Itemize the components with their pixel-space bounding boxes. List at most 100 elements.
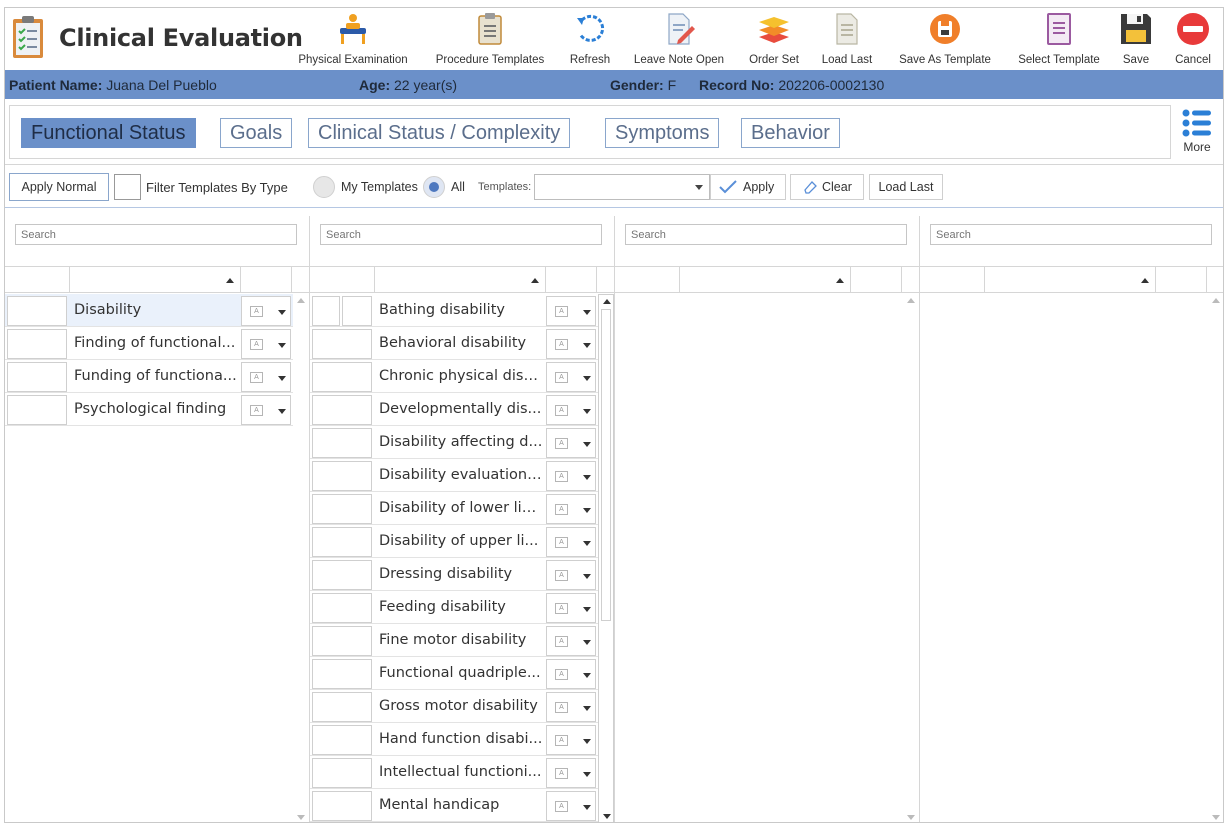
vertical-scrollbar[interactable] — [293, 294, 309, 822]
row-checkbox[interactable] — [312, 296, 340, 326]
item-action-dropdown[interactable]: A — [546, 329, 596, 359]
list-item[interactable]: Behavioral disability A — [310, 327, 598, 360]
scroll-up-arrow-icon[interactable] — [603, 299, 611, 304]
list-item[interactable]: Disability of lower limb A — [310, 492, 598, 525]
list-item[interactable]: Disability of upper li... A — [310, 525, 598, 558]
item-action-dropdown[interactable]: A — [546, 593, 596, 623]
row-checkbox[interactable] — [312, 461, 372, 491]
name-column-header[interactable] — [680, 267, 851, 292]
search-input[interactable] — [320, 224, 602, 245]
item-action-dropdown[interactable]: A — [546, 362, 596, 392]
row-checkbox[interactable] — [312, 791, 372, 821]
item-action-dropdown[interactable]: A — [546, 395, 596, 425]
refresh-button[interactable]: Refresh — [567, 12, 613, 68]
list-item[interactable]: Hand function disabi... A — [310, 723, 598, 756]
row-checkbox[interactable] — [312, 428, 372, 458]
clear-button[interactable]: Clear — [790, 174, 864, 200]
cancel-button[interactable]: Cancel — [1171, 12, 1215, 68]
vertical-scrollbar[interactable] — [903, 294, 919, 822]
item-action-dropdown[interactable]: A — [546, 296, 596, 326]
vertical-scrollbar[interactable] — [1208, 294, 1223, 822]
item-action-dropdown[interactable]: A — [241, 362, 291, 392]
item-action-dropdown[interactable]: A — [546, 725, 596, 755]
item-action-dropdown[interactable]: A — [546, 758, 596, 788]
all-templates-radio[interactable] — [423, 176, 445, 198]
list-item[interactable]: Funding of functiona... A — [5, 360, 293, 393]
list-item[interactable]: Developmentally dis... A — [310, 393, 598, 426]
list-item[interactable]: Fine motor disability A — [310, 624, 598, 657]
row-checkbox[interactable] — [312, 626, 372, 656]
scroll-down-arrow-icon[interactable] — [907, 815, 915, 820]
physical-examination-button[interactable]: Physical Examination — [295, 12, 411, 68]
list-item[interactable]: Gross motor disability A — [310, 690, 598, 723]
list-item[interactable]: Finding of functional... A — [5, 327, 293, 360]
tab-clinical-status-complexity[interactable]: Clinical Status / Complexity — [308, 118, 571, 148]
load-last-toolbar-button[interactable]: Load Last — [817, 12, 877, 68]
scroll-down-arrow-icon[interactable] — [297, 815, 305, 820]
row-checkbox[interactable] — [7, 329, 67, 359]
list-item[interactable]: Bathing disability A — [310, 294, 598, 327]
tab-symptoms[interactable]: Symptoms — [605, 118, 720, 148]
list-item[interactable]: Psychological finding A — [5, 393, 293, 426]
search-input[interactable] — [930, 224, 1212, 245]
item-action-dropdown[interactable]: A — [241, 395, 291, 425]
list-item[interactable]: Intellectual functioni... A — [310, 756, 598, 789]
tab-goals[interactable]: Goals — [220, 118, 293, 148]
scroll-up-arrow-icon[interactable] — [1212, 298, 1220, 303]
row-checkbox[interactable] — [312, 692, 372, 722]
item-action-dropdown[interactable]: A — [241, 296, 291, 326]
filter-by-type-checkbox[interactable] — [114, 174, 141, 200]
templates-dropdown[interactable] — [534, 174, 710, 200]
apply-normal-button[interactable]: Apply Normal — [9, 173, 109, 201]
order-set-button[interactable]: Order Set — [745, 12, 803, 68]
item-action-dropdown[interactable]: A — [546, 428, 596, 458]
list-item[interactable]: Dressing disability A — [310, 558, 598, 591]
row-checkbox[interactable] — [312, 527, 372, 557]
row-checkbox[interactable] — [7, 395, 67, 425]
item-action-dropdown[interactable]: A — [546, 461, 596, 491]
list-item[interactable]: Disability evaluation,... A — [310, 459, 598, 492]
list-item[interactable]: Feeding disability A — [310, 591, 598, 624]
item-action-dropdown[interactable]: A — [241, 329, 291, 359]
item-action-dropdown[interactable]: A — [546, 626, 596, 656]
item-action-dropdown[interactable]: A — [546, 659, 596, 689]
name-column-header[interactable] — [985, 267, 1156, 292]
item-action-dropdown[interactable]: A — [546, 527, 596, 557]
list-item[interactable]: Functional quadriple... A — [310, 657, 598, 690]
save-as-template-button[interactable]: Save As Template — [893, 12, 997, 68]
row-checkbox-secondary[interactable] — [342, 296, 372, 326]
search-input[interactable] — [625, 224, 907, 245]
item-action-dropdown[interactable]: A — [546, 791, 596, 821]
row-checkbox[interactable] — [7, 362, 67, 392]
row-checkbox[interactable] — [312, 593, 372, 623]
list-item[interactable]: Chronic physical disa... A — [310, 360, 598, 393]
scroll-up-arrow-icon[interactable] — [907, 298, 915, 303]
list-item[interactable]: Disability A — [5, 294, 293, 327]
tab-functional-status[interactable]: Functional Status — [21, 118, 196, 148]
row-checkbox[interactable] — [312, 659, 372, 689]
item-action-dropdown[interactable]: A — [546, 494, 596, 524]
search-input[interactable] — [15, 224, 297, 245]
item-action-dropdown[interactable]: A — [546, 692, 596, 722]
row-checkbox[interactable] — [312, 494, 372, 524]
list-item[interactable]: Disability affecting d... A — [310, 426, 598, 459]
row-checkbox[interactable] — [312, 362, 372, 392]
tab-behavior[interactable]: Behavior — [741, 118, 840, 148]
scroll-up-arrow-icon[interactable] — [297, 298, 305, 303]
save-button[interactable]: Save — [1117, 12, 1155, 68]
item-action-dropdown[interactable]: A — [546, 560, 596, 590]
load-last-button[interactable]: Load Last — [869, 174, 943, 200]
row-checkbox[interactable] — [312, 758, 372, 788]
scroll-down-arrow-icon[interactable] — [1212, 815, 1220, 820]
vertical-scrollbar[interactable] — [598, 294, 614, 822]
my-templates-radio[interactable] — [313, 176, 335, 198]
list-item[interactable]: Mental handicap A — [310, 789, 598, 822]
more-button[interactable]: More — [1175, 107, 1219, 159]
procedure-templates-button[interactable]: Procedure Templates — [433, 12, 547, 68]
select-template-button[interactable]: Select Template — [1013, 12, 1105, 68]
row-checkbox[interactable] — [312, 560, 372, 590]
scrollbar-thumb[interactable] — [601, 309, 611, 621]
leave-note-open-button[interactable]: Leave Note Open — [629, 12, 729, 68]
row-checkbox[interactable] — [312, 329, 372, 359]
scroll-down-arrow-icon[interactable] — [603, 814, 611, 819]
